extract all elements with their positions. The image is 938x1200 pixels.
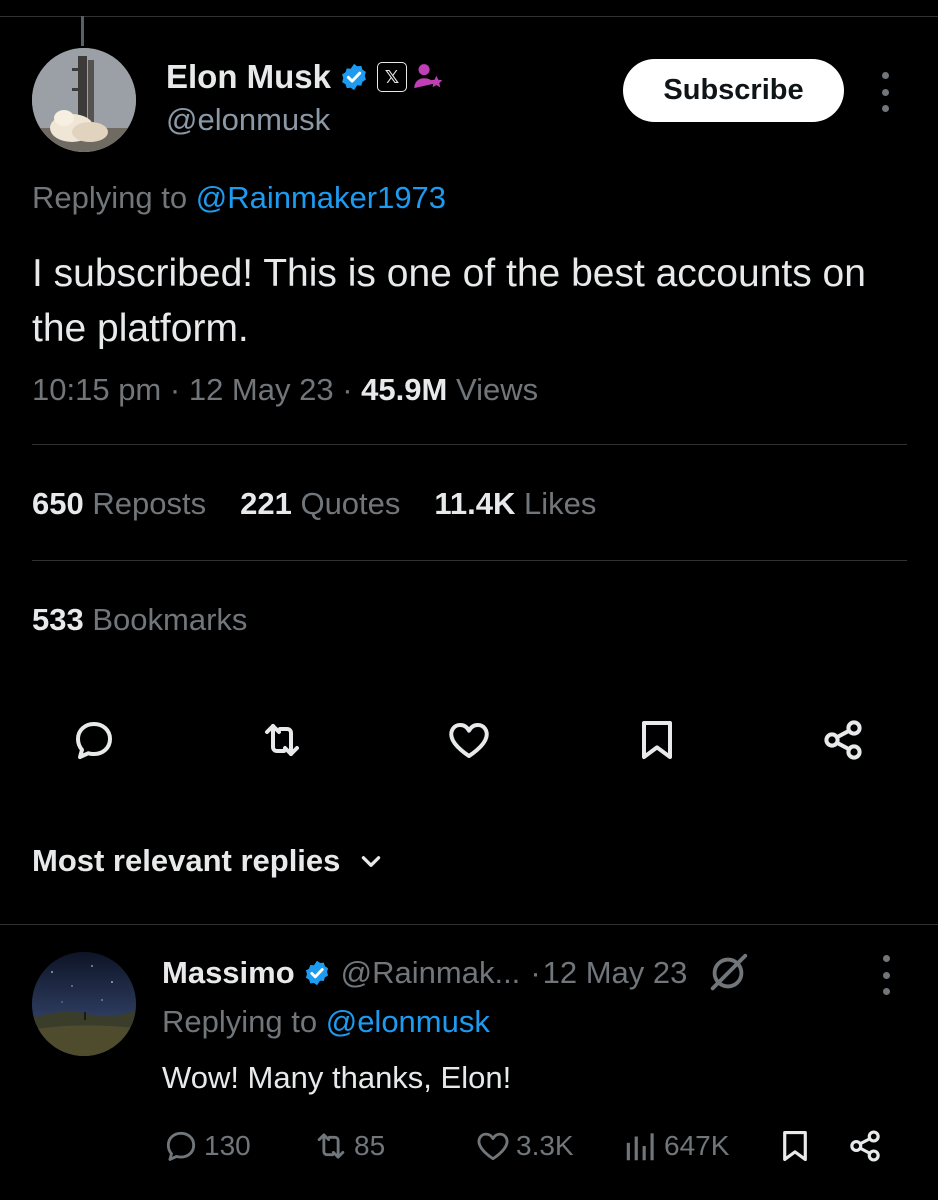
reply-reposts-count: 85 bbox=[354, 1130, 386, 1161]
night-sky-landscape-image bbox=[32, 952, 136, 1056]
reply-replying-prefix: Replying to bbox=[162, 1004, 326, 1039]
author-name-row: Elon Musk 𝕏 bbox=[166, 58, 445, 96]
quotes-stat[interactable]: 221 Quotes bbox=[240, 486, 400, 522]
replies-sort-label: Most relevant replies bbox=[32, 843, 341, 878]
x-affiliation-badge-icon: 𝕏 bbox=[377, 62, 408, 92]
bookmark-icon[interactable] bbox=[633, 716, 681, 764]
divider bbox=[32, 444, 907, 445]
reply-likes-count: 3.3K bbox=[516, 1130, 574, 1161]
divider bbox=[32, 560, 907, 561]
verified-badge-icon bbox=[342, 63, 366, 91]
share-icon[interactable] bbox=[819, 716, 867, 764]
reply-views-button[interactable]: 647K bbox=[622, 1124, 729, 1168]
reply-text: Wow! Many thanks, Elon! bbox=[162, 1060, 512, 1095]
views-label: Views bbox=[455, 372, 539, 407]
more-options-icon[interactable] bbox=[879, 72, 891, 112]
replying-to-mention[interactable]: @Rainmaker1973 bbox=[196, 180, 446, 215]
author-avatar[interactable] bbox=[32, 48, 136, 152]
reply-icon[interactable] bbox=[70, 716, 118, 764]
repost-icon bbox=[317, 1133, 345, 1159]
top-divider bbox=[0, 16, 938, 17]
reply-separator: · bbox=[530, 955, 541, 990]
reply-icon bbox=[166, 1131, 196, 1161]
reply-replying-to-line: Replying to @elonmusk bbox=[162, 1004, 490, 1040]
reply-author-name[interactable]: Massimo bbox=[162, 955, 295, 991]
verified-badge-icon bbox=[305, 960, 328, 986]
share-icon bbox=[850, 1130, 880, 1162]
tweet-meta: 10:15 pm · 12 May 23 · 45.9M Views bbox=[32, 372, 539, 407]
reply-likes-button[interactable]: 3.3K bbox=[474, 1124, 574, 1168]
reply-header: Massimo @Rainmak... · 12 May 23 bbox=[162, 950, 751, 996]
reply-author-avatar[interactable] bbox=[32, 952, 136, 1056]
replying-to-line: Replying to @Rainmaker1973 bbox=[32, 180, 446, 216]
reply-reposts-button[interactable]: 85 bbox=[312, 1124, 385, 1168]
replying-prefix: Replying to bbox=[32, 180, 196, 215]
thread-connector bbox=[81, 16, 84, 46]
reply-replies-count: 130 bbox=[204, 1130, 251, 1161]
engagement-stats: 650 Reposts 221 Quotes 11.4K Likes bbox=[32, 486, 630, 522]
divider bbox=[0, 924, 938, 925]
rocket-launch-image bbox=[32, 48, 136, 152]
likes-stat[interactable]: 11.4K Likes bbox=[434, 486, 596, 522]
bookmarks-stat[interactable]: 533 Bookmarks bbox=[32, 602, 247, 638]
bookmark-icon bbox=[783, 1130, 807, 1162]
reply-bookmark-button[interactable] bbox=[776, 1124, 818, 1168]
reply-views-count: 647K bbox=[664, 1130, 730, 1161]
grok-icon[interactable] bbox=[705, 950, 751, 996]
author-name[interactable]: Elon Musk bbox=[166, 58, 331, 96]
reply-replies-button[interactable]: 130 bbox=[162, 1124, 251, 1168]
repost-icon[interactable] bbox=[258, 716, 306, 764]
chevron-down-icon bbox=[362, 856, 381, 867]
like-icon bbox=[477, 1132, 509, 1161]
views-count: 45.9M bbox=[361, 372, 448, 407]
analytics-icon bbox=[626, 1133, 654, 1161]
reply-author-handle[interactable]: @Rainmak... bbox=[341, 955, 521, 991]
reposts-stat[interactable]: 650 Reposts bbox=[32, 486, 206, 522]
reply-date[interactable]: 12 May 23 bbox=[543, 955, 688, 991]
reply-replying-to-mention[interactable]: @elonmusk bbox=[326, 1004, 490, 1039]
tweet-date[interactable]: 12 May 23 bbox=[189, 372, 334, 407]
replies-sort-dropdown[interactable]: Most relevant replies bbox=[32, 843, 384, 879]
author-handle[interactable]: @elonmusk bbox=[166, 102, 330, 138]
reply-more-options-icon[interactable] bbox=[880, 955, 892, 995]
tweet-time[interactable]: 10:15 pm bbox=[32, 372, 161, 407]
like-icon[interactable] bbox=[445, 716, 493, 764]
subscriber-person-star-icon bbox=[414, 64, 443, 89]
subscribe-button[interactable]: Subscribe bbox=[623, 59, 844, 122]
reply-share-button[interactable] bbox=[846, 1124, 888, 1168]
tweet-text: I subscribed! This is one of the best ac… bbox=[32, 252, 866, 350]
